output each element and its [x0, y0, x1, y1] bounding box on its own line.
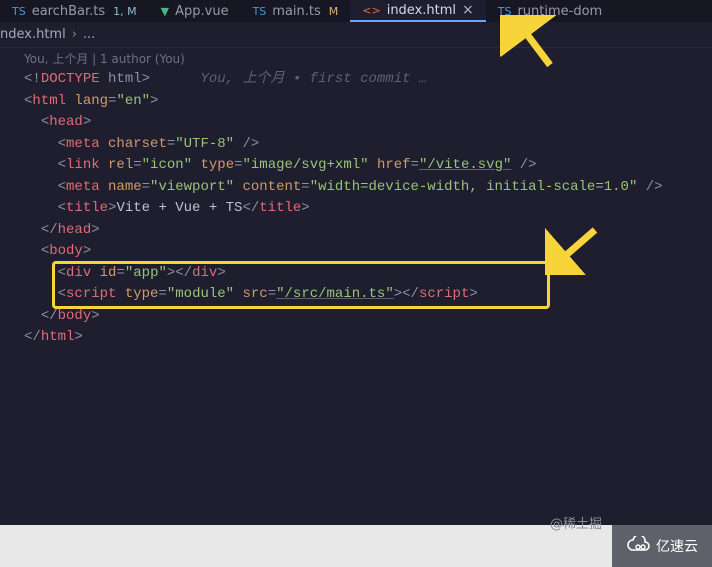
code-line: <body> [24, 241, 712, 263]
tab-appvue[interactable]: ▼ App.vue [149, 0, 241, 22]
watermark-text: @稀土掘 [550, 513, 602, 532]
tab-runtime-dom[interactable]: TS runtime-dom [486, 0, 614, 22]
code-line: <div id="app"></div> [24, 263, 712, 285]
logo-text: 亿速云 [656, 536, 698, 556]
vue-icon: ▼ [161, 5, 169, 18]
breadcrumb-sep: › [72, 27, 77, 42]
code-line: </body> [24, 306, 712, 328]
code-line: <script type="module" src="/src/main.ts"… [24, 284, 712, 306]
code-line: </html> [24, 327, 712, 349]
ts-icon: TS [498, 5, 512, 18]
code-line: <!DOCTYPE html> You, 上个月 • first commit … [24, 69, 712, 91]
cloud-icon [626, 536, 652, 556]
code-line: <meta charset="UTF-8" /> [24, 134, 712, 156]
tab-label: runtime-dom [517, 4, 602, 19]
editor-frame: TS earchBar.ts 1, M ▼ App.vue TS main.ts… [0, 0, 712, 525]
tab-searchbar[interactable]: TS earchBar.ts 1, M [0, 0, 149, 22]
code-line: <head> [24, 112, 712, 134]
close-icon[interactable]: × [462, 2, 474, 18]
tab-status: M [329, 5, 339, 18]
code-line: <title>Vite + Vue + TS</title> [24, 198, 712, 220]
tab-bar: TS earchBar.ts 1, M ▼ App.vue TS main.ts… [0, 0, 712, 22]
tab-label: earchBar.ts [32, 4, 105, 19]
code-line: <link rel="icon" type="image/svg+xml" hr… [24, 155, 712, 177]
code-line: <html lang="en"> [24, 91, 712, 113]
code-line: <meta name="viewport" content="width=dev… [24, 177, 712, 199]
tab-label: App.vue [175, 4, 228, 19]
tab-label: index.html [387, 3, 456, 18]
code-editor[interactable]: <!DOCTYPE html> You, 上个月 • first commit … [0, 67, 712, 349]
html-icon: <> [362, 4, 380, 17]
breadcrumb-rest: ... [83, 27, 95, 42]
tab-main[interactable]: TS main.ts M [241, 0, 351, 22]
git-blame-summary: You, 上个月 | 1 author (You) [0, 48, 712, 67]
ts-icon: TS [253, 5, 267, 18]
inline-blame: You, 上个月 • first commit … [200, 71, 427, 87]
breadcrumb-file: ndex.html [0, 27, 66, 42]
tab-label: main.ts [272, 4, 320, 19]
logo-badge: 亿速云 [612, 525, 712, 567]
breadcrumb[interactable]: ndex.html › ... [0, 22, 712, 48]
code-line: </head> [24, 220, 712, 242]
tab-index-html[interactable]: <> index.html × [350, 0, 485, 22]
tab-status: 1, M [113, 5, 136, 18]
ts-icon: TS [12, 5, 26, 18]
